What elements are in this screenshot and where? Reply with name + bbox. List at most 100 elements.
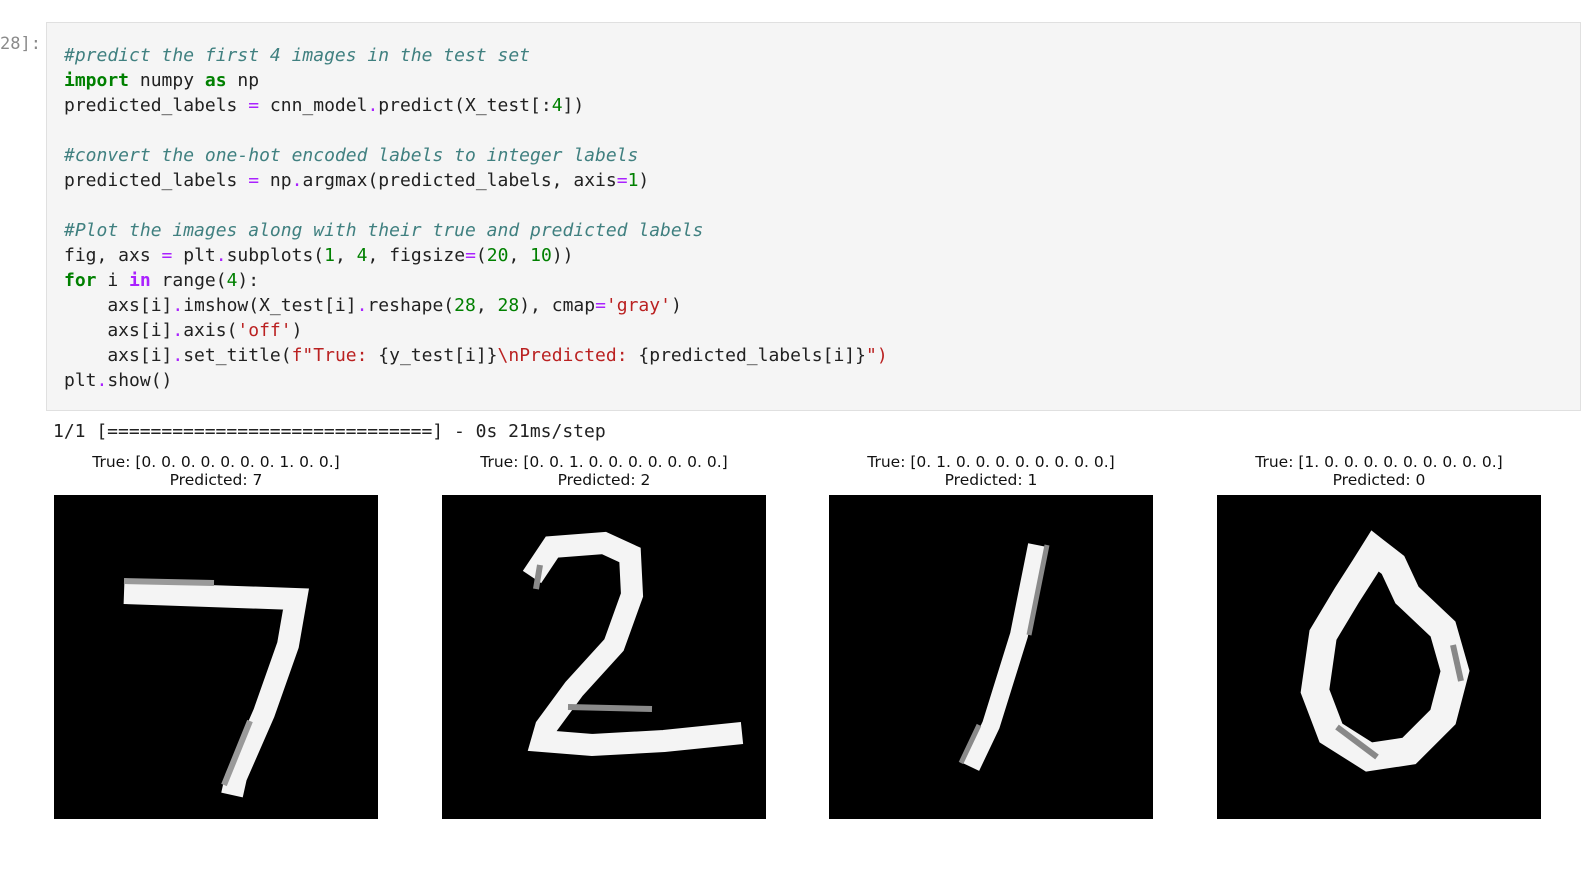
code-token: as	[204, 70, 227, 91]
code-line: import numpy as np	[64, 68, 888, 93]
code-token: predicted_labels	[64, 170, 249, 191]
code-token: =	[465, 245, 476, 266]
code-token: =	[161, 245, 173, 266]
code-token: #predict the first 4 images in the test …	[64, 45, 530, 66]
code-token: 28	[497, 295, 520, 316]
code-line: #predict the first 4 images in the test …	[64, 43, 888, 68]
digit-panel-1: True: [0. 0. 0. 0. 0. 0. 0. 1. 0. 0.] Pr…	[54, 453, 378, 819]
code-token: 4	[551, 95, 563, 116]
code-token: set_title(	[183, 345, 292, 366]
code-line: axs[i].set_title(f"True: {y_test[i]}\nPr…	[64, 343, 888, 368]
predicted-label: Predicted: 1	[944, 471, 1038, 489]
code-token: )	[291, 320, 303, 341]
code-token: .	[172, 320, 184, 341]
code-line: fig, axs = plt.subplots(1, 4, figsize=(2…	[64, 243, 888, 268]
code-token: .	[291, 170, 303, 191]
digit-panel-3: True: [0. 1. 0. 0. 0. 0. 0. 0. 0. 0.] Pr…	[829, 453, 1153, 819]
predicted-label: Predicted: 7	[169, 471, 263, 489]
code-token: =	[248, 95, 260, 116]
code-token: f"True:	[291, 345, 379, 366]
code-token: 28	[454, 295, 476, 316]
code-token: axs[i]	[64, 345, 173, 366]
digit-image-2	[442, 495, 766, 819]
code-token: np	[226, 70, 260, 91]
code-token: =	[616, 170, 628, 191]
code-token: .	[215, 245, 227, 266]
code-token: ), cmap	[519, 295, 596, 316]
code-token: .	[172, 345, 184, 366]
code-line: plt.show()	[64, 368, 888, 393]
predicted-label: Predicted: 0	[1332, 471, 1426, 489]
code-token: 1	[627, 170, 639, 191]
code-token: argmax(predicted_labels, axis	[302, 170, 617, 191]
code-token: =	[595, 295, 606, 316]
code-token: predicted_labels	[64, 95, 249, 116]
code-token: ])	[562, 95, 585, 116]
code-token: imshow(X_test[i]	[183, 295, 357, 316]
code-token: 4	[356, 245, 368, 266]
code-token: ")	[865, 345, 888, 366]
code-token: #convert the one-hot encoded labels to i…	[64, 145, 639, 166]
code-token: predict(X_test[:	[378, 95, 552, 116]
progress-output: 1/1 [==============================] - 0…	[53, 421, 606, 442]
code-token: {y_test[i]}	[378, 345, 498, 366]
digit-panel-2: True: [0. 0. 1. 0. 0. 0. 0. 0. 0. 0.] Pr…	[442, 453, 766, 819]
digit-image-1	[829, 495, 1153, 819]
code-token: , figsize	[367, 245, 466, 266]
code-token: 4	[226, 270, 238, 291]
code-token: reshape(	[367, 295, 455, 316]
code-token: ,	[475, 295, 498, 316]
code-token: .	[367, 95, 379, 116]
code-token: np	[259, 170, 292, 191]
code-token: subplots(	[226, 245, 325, 266]
code-token: ,	[508, 245, 531, 266]
code-token: )	[638, 170, 650, 191]
code-editor[interactable]: #predict the first 4 images in the test …	[64, 43, 888, 393]
code-line: axs[i].axis('off')	[64, 318, 888, 343]
code-token: plt	[172, 245, 216, 266]
code-token: axis(	[183, 320, 238, 341]
code-line: #convert the one-hot encoded labels to i…	[64, 143, 888, 168]
code-token: \nPredicted:	[497, 345, 639, 366]
code-cell[interactable]: #predict the first 4 images in the test …	[46, 22, 1581, 411]
code-line: #Plot the images along with their true a…	[64, 218, 888, 243]
code-token: )	[670, 295, 682, 316]
digit-panel-4: True: [1. 0. 0. 0. 0. 0. 0. 0. 0. 0.] Pr…	[1217, 453, 1541, 819]
cell-prompt: 28]:	[0, 34, 41, 54]
code-token: plt	[64, 370, 97, 391]
code-token: ))	[551, 245, 574, 266]
code-line: for i in range(4):	[64, 268, 888, 293]
code-token: #Plot the images along with their true a…	[64, 220, 704, 241]
code-line: predicted_labels = cnn_model.predict(X_t…	[64, 93, 888, 118]
code-token: 'off'	[237, 320, 292, 341]
code-line: axs[i].imshow(X_test[i].reshape(28, 28),…	[64, 293, 888, 318]
code-token: range(	[150, 270, 227, 291]
digit-image-0	[1217, 495, 1541, 819]
code-token: cnn_model	[259, 95, 368, 116]
code-token: ,	[334, 245, 357, 266]
true-label: True: [0. 0. 0. 0. 0. 0. 0. 1. 0. 0.]	[92, 453, 340, 471]
true-label: True: [1. 0. 0. 0. 0. 0. 0. 0. 0. 0.]	[1255, 453, 1503, 471]
code-token: 10	[530, 245, 552, 266]
code-token: 20	[486, 245, 509, 266]
code-token: =	[248, 170, 260, 191]
predicted-label: Predicted: 2	[557, 471, 651, 489]
code-token: axs[i]	[64, 295, 173, 316]
panel-title: True: [0. 0. 0. 0. 0. 0. 0. 1. 0. 0.] Pr…	[54, 453, 378, 489]
code-token: import	[64, 70, 130, 91]
code-token: numpy	[129, 70, 205, 91]
code-token: {predicted_labels[i]}	[638, 345, 866, 366]
code-token: for	[64, 270, 97, 291]
digit-image-7	[54, 495, 378, 819]
code-token: axs[i]	[64, 320, 173, 341]
panel-title: True: [1. 0. 0. 0. 0. 0. 0. 0. 0. 0.] Pr…	[1217, 453, 1541, 489]
code-token: .	[96, 370, 108, 391]
code-line: predicted_labels = np.argmax(predicted_l…	[64, 168, 888, 193]
panel-title: True: [0. 1. 0. 0. 0. 0. 0. 0. 0. 0.] Pr…	[829, 453, 1153, 489]
code-token: show()	[107, 370, 173, 391]
true-label: True: [0. 1. 0. 0. 0. 0. 0. 0. 0. 0.]	[867, 453, 1115, 471]
code-token: .	[172, 295, 184, 316]
code-token: 1	[324, 245, 335, 266]
